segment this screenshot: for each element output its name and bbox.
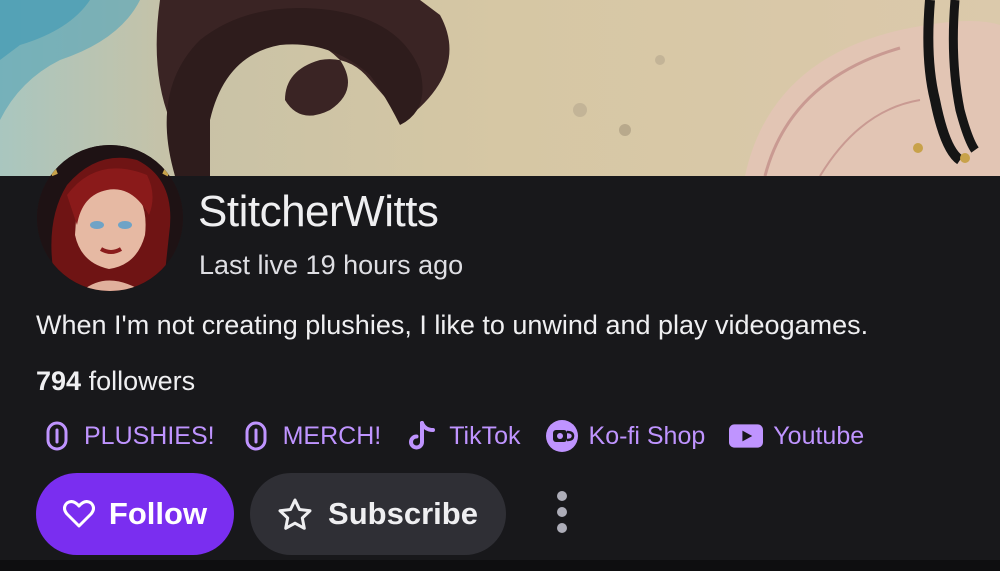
subscribe-button[interactable]: Subscribe xyxy=(250,473,506,555)
link-icon xyxy=(239,418,273,454)
follow-label: Follow xyxy=(108,496,208,531)
link-youtube[interactable]: Youtube xyxy=(729,418,864,454)
heart-icon xyxy=(62,500,95,528)
link-kofi-shop[interactable]: Ko-fi Shop xyxy=(545,418,706,454)
more-vertical-icon xyxy=(556,490,568,539)
link-plushies[interactable]: PLUSHIES! xyxy=(40,418,215,454)
social-links: PLUSHIES! MERCH! TikTok Ko-fi Shop Youtu… xyxy=(40,418,864,454)
followers-label: followers xyxy=(88,366,196,396)
channel-name: StitcherWitts xyxy=(198,187,439,236)
link-label: Ko-fi Shop xyxy=(588,422,706,450)
subscribe-label: Subscribe xyxy=(328,496,478,531)
followers-count: 794 followers xyxy=(36,364,195,398)
link-merch[interactable]: MERCH! xyxy=(239,418,382,454)
avatar[interactable] xyxy=(37,145,183,291)
more-options-button[interactable] xyxy=(540,490,584,538)
link-icon xyxy=(40,418,74,454)
bottom-divider xyxy=(0,560,1000,571)
link-tiktok[interactable]: TikTok xyxy=(405,418,521,454)
link-label: Youtube xyxy=(773,422,865,450)
link-label: PLUSHIES! xyxy=(84,422,215,450)
kofi-icon xyxy=(545,418,579,454)
youtube-icon xyxy=(729,418,764,454)
link-label: TikTok xyxy=(449,422,521,450)
channel-bio: When I'm not creating plushies, I like t… xyxy=(36,310,869,340)
last-live-status: Last live 19 hours ago xyxy=(199,250,464,280)
link-label: MERCH! xyxy=(282,422,382,450)
followers-number: 794 xyxy=(36,366,82,396)
tiktok-icon xyxy=(405,418,439,454)
channel-page: StitcherWitts Last live 19 hours ago Whe… xyxy=(0,0,1000,571)
star-icon xyxy=(278,498,312,530)
follow-button[interactable]: Follow xyxy=(36,473,234,555)
channel-banner xyxy=(0,0,1000,176)
